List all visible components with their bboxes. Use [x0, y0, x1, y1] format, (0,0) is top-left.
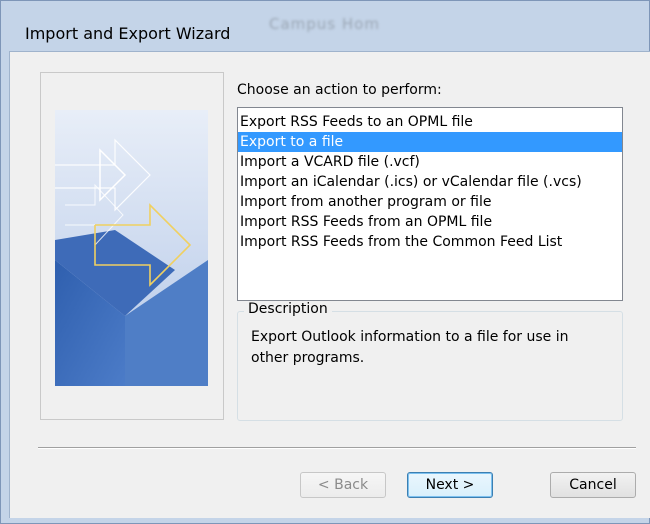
action-item-import-rss-opml[interactable]: Import RSS Feeds from an OPML file [238, 212, 622, 232]
wizard-window: Campus Hom Import and Export Wizard Choo… [0, 0, 650, 524]
button-divider [38, 447, 636, 449]
background-window-text: Campus Hom [269, 15, 380, 33]
window-title: Import and Export Wizard [25, 24, 231, 43]
description-group: Description Export Outlook information t… [237, 301, 623, 421]
wizard-image-panel [40, 72, 224, 420]
action-item-import-icalendar[interactable]: Import an iCalendar (.ics) or vCalendar … [238, 172, 622, 192]
dialog-body: Choose an action to perform: Export RSS … [9, 51, 650, 518]
action-prompt: Choose an action to perform: [237, 82, 442, 98]
title-bar[interactable]: Campus Hom Import and Export Wizard [1, 1, 649, 51]
action-listbox[interactable]: Export RSS Feeds to an OPML file Export … [237, 107, 623, 301]
cancel-button[interactable]: Cancel [550, 472, 636, 498]
action-item-import-rss-common[interactable]: Import RSS Feeds from the Common Feed Li… [238, 232, 622, 252]
next-button[interactable]: Next > [407, 472, 493, 498]
action-item-import-program[interactable]: Import from another program or file [238, 192, 622, 212]
back-button[interactable]: < Back [300, 472, 386, 498]
description-legend: Description [244, 301, 332, 317]
description-text: Export Outlook information to a file for… [251, 329, 569, 366]
action-item-export-file[interactable]: Export to a file [238, 132, 622, 152]
arrows-illustration-icon [55, 110, 208, 386]
action-item-export-rss[interactable]: Export RSS Feeds to an OPML file [238, 112, 622, 132]
action-item-import-vcard[interactable]: Import a VCARD file (.vcf) [238, 152, 622, 172]
